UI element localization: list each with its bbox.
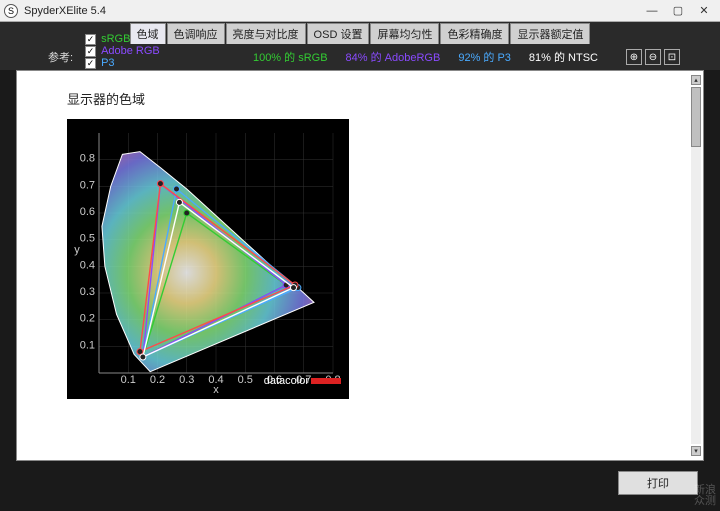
svg-text:0.3: 0.3 — [80, 286, 95, 298]
gamut-chart: 0.10.10.20.20.30.30.40.40.50.50.60.60.70… — [67, 119, 349, 399]
svg-text:0.4: 0.4 — [80, 259, 95, 271]
maximize-button[interactable]: ▢ — [672, 5, 684, 17]
page-watermark: 新浪众测 — [694, 485, 716, 507]
ref-label-text: P3 — [101, 57, 114, 69]
svg-text:0.1: 0.1 — [80, 339, 95, 351]
scroll-down-icon[interactable]: ▾ — [691, 446, 701, 456]
gamut-stat: 92% 的 P3 — [458, 49, 511, 65]
minimize-button[interactable]: — — [646, 5, 658, 17]
zoom-controls: ⊕ ⊖ ⊡ — [626, 49, 680, 65]
svg-text:0.3: 0.3 — [179, 374, 194, 386]
tab-4[interactable]: 屏幕均匀性 — [370, 23, 439, 44]
tab-5[interactable]: 色彩精确度 — [440, 23, 509, 44]
zoom-in-icon[interactable]: ⊕ — [626, 49, 642, 65]
zoom-fit-icon[interactable]: ⊡ — [664, 49, 680, 65]
scroll-up-icon[interactable]: ▴ — [691, 75, 701, 85]
chart-title: 显示器的色域 — [21, 75, 689, 108]
footer: 打印 — [618, 471, 698, 495]
vertical-scrollbar[interactable]: ▴ ▾ — [691, 75, 701, 456]
svg-text:y: y — [74, 244, 80, 256]
content-panel: 显示器的色域 0.10.10.20.20.30.30.40.40.50.50.6… — [16, 70, 704, 461]
gamut-stat: 84% 的 AdobeRGB — [346, 49, 441, 65]
app-icon: S — [4, 4, 18, 18]
svg-text:0.1: 0.1 — [121, 374, 136, 386]
close-button[interactable]: ✕ — [698, 5, 710, 17]
gamut-stat: 100% 的 sRGB — [253, 49, 328, 65]
ref-label-text: sRGB — [101, 33, 130, 45]
checkbox-icon — [85, 58, 96, 69]
tab-2[interactable]: 亮度与对比度 — [226, 23, 306, 44]
titlebar: S SpyderXElite 5.4 — ▢ ✕ — [0, 0, 720, 22]
reference-label: 参考: — [48, 49, 73, 65]
tab-6[interactable]: 显示器额定值 — [510, 23, 590, 44]
checkbox-icon — [85, 46, 96, 57]
ref-checkbox-p3[interactable]: P3 — [85, 57, 160, 69]
ref-label-text: Adobe RGB — [101, 45, 160, 57]
svg-text:0.7: 0.7 — [80, 179, 95, 191]
ref-checkbox-adobe-rgb[interactable]: Adobe RGB — [85, 45, 160, 57]
scroll-thumb[interactable] — [691, 87, 701, 147]
gamut-stat: 81% 的 NTSC — [529, 49, 598, 65]
print-button[interactable]: 打印 — [618, 471, 698, 495]
svg-text:0.2: 0.2 — [150, 374, 165, 386]
reference-bar: 参考: sRGBAdobe RGBP3NTSC 100% 的 sRGB84% 的… — [0, 44, 720, 70]
tab-1[interactable]: 色调响应 — [167, 23, 225, 44]
window-controls: — ▢ ✕ — [646, 5, 716, 17]
svg-text:0.2: 0.2 — [80, 313, 95, 325]
window-title: SpyderXElite 5.4 — [24, 5, 646, 17]
svg-text:0.6: 0.6 — [80, 206, 95, 218]
svg-text:0.8: 0.8 — [80, 153, 95, 165]
ref-checkbox-srgb[interactable]: sRGB — [85, 33, 160, 45]
svg-text:x: x — [213, 384, 219, 396]
checkbox-icon — [85, 34, 96, 45]
brand-watermark: datacolor — [264, 375, 341, 387]
svg-text:0.5: 0.5 — [238, 374, 253, 386]
tab-3[interactable]: OSD 设置 — [307, 23, 370, 44]
svg-text:0.5: 0.5 — [80, 233, 95, 245]
zoom-out-icon[interactable]: ⊖ — [645, 49, 661, 65]
